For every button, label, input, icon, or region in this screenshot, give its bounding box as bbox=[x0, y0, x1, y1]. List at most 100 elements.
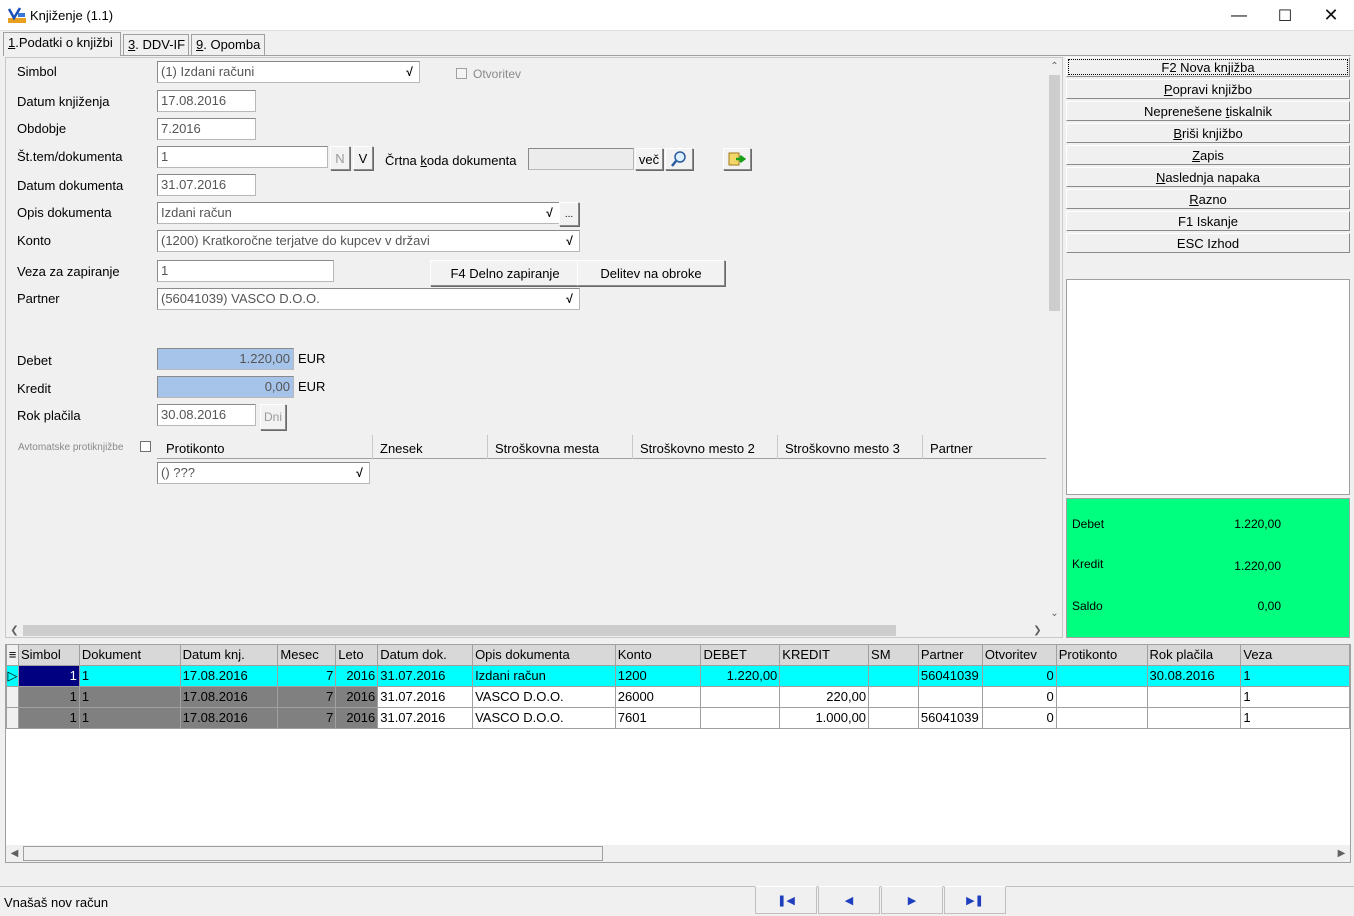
dropdown-icon[interactable]: √ bbox=[562, 291, 577, 307]
cell[interactable]: Izdani račun bbox=[472, 664, 616, 687]
tab-opomba[interactable]: 9. Opomba bbox=[191, 34, 265, 55]
crtna-koda-field[interactable] bbox=[528, 148, 634, 170]
form-vscrollbar[interactable]: ⌃ ⌄ bbox=[1046, 58, 1062, 622]
debet-field[interactable]: 1.220,00 bbox=[157, 348, 294, 370]
scroll-down-icon[interactable]: ⌄ bbox=[1046, 605, 1062, 622]
cell[interactable]: 0 bbox=[981, 706, 1057, 729]
cell[interactable]: 0 bbox=[981, 685, 1057, 708]
simbol-combo[interactable]: (1) Izdani računi √ bbox=[157, 61, 420, 83]
scroll-left-icon[interactable]: ❮ bbox=[6, 622, 23, 637]
cell[interactable]: 1 bbox=[17, 664, 80, 687]
cell[interactable]: 2016 bbox=[335, 706, 379, 729]
scroll-thumb[interactable] bbox=[1049, 75, 1060, 311]
naslednja-napaka-button[interactable]: Naslednja napaka bbox=[1066, 167, 1350, 187]
col-header[interactable]: Dokument bbox=[78, 645, 181, 666]
cell[interactable]: 31.07.2016 bbox=[377, 706, 474, 729]
protikonto-combo[interactable]: () ??? √ bbox=[157, 462, 370, 484]
cell[interactable]: 1.220,00 bbox=[700, 664, 781, 687]
col-header[interactable]: Protikonto bbox=[1055, 645, 1148, 666]
cell[interactable]: 1.000,00 bbox=[779, 706, 870, 729]
cell[interactable] bbox=[1146, 685, 1242, 708]
st-dokumenta-field[interactable]: 1 bbox=[157, 146, 328, 168]
cell[interactable]: 1200 bbox=[614, 664, 702, 687]
first-record-button[interactable]: ❚◀ bbox=[755, 886, 817, 914]
cell[interactable]: 17.08.2016 bbox=[179, 706, 279, 729]
cell[interactable]: 0 bbox=[981, 664, 1057, 687]
table-row[interactable]: 1 1 17.08.2016 7 2016 31.07.2016 VASCO D… bbox=[6, 685, 1350, 708]
opis-dokumenta-combo[interactable]: Izdani račun √ bbox=[157, 202, 560, 224]
konto-combo[interactable]: (1200) Kratkoročne terjatve do kupcev v … bbox=[157, 230, 580, 252]
col-header[interactable]: Veza bbox=[1240, 645, 1350, 666]
razno-button[interactable]: Razno bbox=[1066, 189, 1350, 209]
col-header[interactable]: Mesec bbox=[277, 645, 337, 666]
datum-dokumenta-field[interactable]: 31.07.2016 bbox=[157, 174, 256, 196]
cell[interactable]: 220,00 bbox=[779, 685, 870, 708]
cell[interactable]: 56041039 bbox=[917, 664, 983, 687]
prev-record-button[interactable]: ◀ bbox=[818, 886, 880, 914]
last-record-button[interactable]: ▶❚ bbox=[944, 886, 1006, 914]
dropdown-icon[interactable]: √ bbox=[562, 233, 577, 249]
scroll-thumb[interactable] bbox=[23, 625, 896, 636]
grid-hscrollbar[interactable]: ◀ ▶ bbox=[6, 845, 1350, 862]
cell[interactable] bbox=[1146, 706, 1242, 729]
cell[interactable]: 7 bbox=[277, 685, 337, 708]
cell[interactable]: 30.08.2016 bbox=[1146, 664, 1242, 687]
nova-knjizba-button[interactable]: F2 Nova knjižba bbox=[1066, 57, 1350, 77]
cell[interactable] bbox=[868, 664, 919, 687]
cell[interactable]: 7 bbox=[277, 706, 337, 729]
partner-combo[interactable]: (56041039) VASCO D.O.O. √ bbox=[157, 288, 580, 310]
cell[interactable]: 1 bbox=[17, 685, 80, 708]
dropdown-icon[interactable]: √ bbox=[542, 205, 557, 221]
table-row[interactable]: ▷ 1 1 17.08.2016 7 2016 31.07.2016 Izdan… bbox=[6, 664, 1350, 687]
col-header[interactable]: Simbol bbox=[17, 645, 80, 666]
cell[interactable]: 1 bbox=[78, 664, 181, 687]
cell[interactable]: 31.07.2016 bbox=[377, 685, 474, 708]
scroll-right-icon[interactable]: ❯ bbox=[1029, 622, 1046, 637]
vec-button[interactable]: več bbox=[635, 148, 663, 170]
cell[interactable] bbox=[917, 685, 983, 708]
opis-more-button[interactable]: ... bbox=[559, 202, 579, 226]
v-button[interactable]: V bbox=[353, 146, 373, 170]
minimize-icon[interactable]: — bbox=[1216, 0, 1262, 31]
form-hscrollbar[interactable]: ❮ ❯ bbox=[6, 622, 1046, 637]
n-button[interactable]: N bbox=[330, 146, 350, 170]
grid-menu-icon[interactable]: ≡ bbox=[6, 645, 19, 666]
cell[interactable] bbox=[1055, 706, 1148, 729]
iskanje-button[interactable]: F1 Iskanje bbox=[1066, 211, 1350, 231]
datum-knjizenja-field[interactable]: 17.08.2016 bbox=[157, 90, 256, 112]
dropdown-icon[interactable]: √ bbox=[352, 465, 367, 481]
col-header[interactable]: KREDIT bbox=[779, 645, 870, 666]
table-row[interactable]: 1 1 17.08.2016 7 2016 31.07.2016 VASCO D… bbox=[6, 706, 1350, 729]
cell[interactable] bbox=[1055, 664, 1148, 687]
cell[interactable]: VASCO D.O.O. bbox=[472, 685, 616, 708]
col-header[interactable]: DEBET bbox=[700, 645, 781, 666]
tiskalnik-button[interactable]: Neprenešene t iskalnik bbox=[1066, 101, 1350, 121]
cell[interactable]: 31.07.2016 bbox=[377, 664, 474, 687]
col-header[interactable]: SM bbox=[868, 645, 919, 666]
col-header[interactable]: Rok plačila bbox=[1146, 645, 1242, 666]
izhod-button[interactable]: ESC Izhod bbox=[1066, 233, 1350, 253]
cell[interactable]: 2016 bbox=[335, 664, 379, 687]
close-icon[interactable]: ✕ bbox=[1308, 0, 1354, 31]
maximize-icon[interactable]: ☐ bbox=[1262, 0, 1308, 31]
cell[interactable]: 17.08.2016 bbox=[179, 685, 279, 708]
next-record-button[interactable]: ▶ bbox=[881, 886, 943, 914]
cell[interactable]: 26000 bbox=[614, 685, 702, 708]
dni-button[interactable]: Dni bbox=[260, 404, 286, 430]
col-header[interactable]: Partner bbox=[917, 645, 983, 666]
rok-placila-field[interactable]: 30.08.2016 bbox=[157, 404, 256, 426]
cell[interactable]: 1 bbox=[17, 706, 80, 729]
avto-protiknjizbe-checkbox[interactable] bbox=[140, 441, 151, 452]
cell[interactable]: 7601 bbox=[614, 706, 702, 729]
cell[interactable] bbox=[700, 706, 781, 729]
col-header[interactable]: Datum knj. bbox=[179, 645, 279, 666]
col-header[interactable]: Otvoritev bbox=[981, 645, 1057, 666]
brisi-knjizbo-button[interactable]: Briši knjižbo bbox=[1066, 123, 1350, 143]
tab-ddv[interactable]: 3. DDV-IF bbox=[123, 34, 189, 55]
otvoritev-checkbox[interactable] bbox=[456, 68, 467, 79]
cell[interactable]: 7 bbox=[277, 664, 337, 687]
col-header[interactable]: Opis dokumenta bbox=[472, 645, 616, 666]
tab-podatki[interactable]: 1.Podatki o knjižbi bbox=[3, 32, 121, 56]
cell[interactable]: 2016 bbox=[335, 685, 379, 708]
cell[interactable] bbox=[868, 685, 919, 708]
